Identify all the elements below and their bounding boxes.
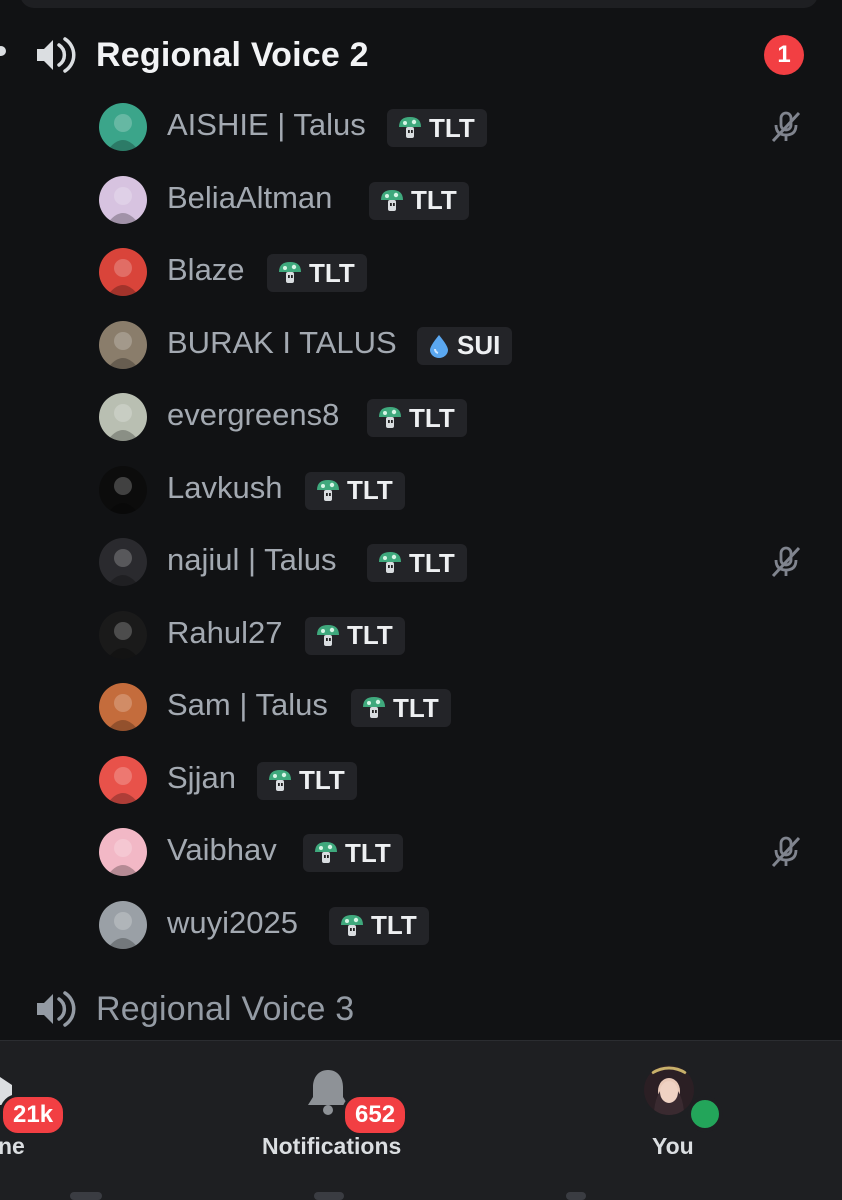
avatar xyxy=(99,465,147,514)
avatar xyxy=(99,248,147,296)
username: BeliaAltman xyxy=(167,179,333,215)
guild-tag-label: TLT xyxy=(409,402,455,433)
avatar xyxy=(99,103,147,151)
channel-name: Regional Voice 3 xyxy=(96,990,355,1028)
nav-home-label: ne xyxy=(0,1133,25,1159)
avatar xyxy=(99,683,147,731)
username: Sam | Talus xyxy=(167,687,328,722)
notifications-badge: 652 xyxy=(342,1094,409,1136)
nav-home[interactable]: 21k ne xyxy=(0,1041,150,1200)
voice-user-row[interactable]: Sam | Talus TLT xyxy=(0,677,842,737)
guild-tag-label: TLT xyxy=(409,547,455,578)
username: najiul | Talus xyxy=(167,542,337,577)
voice-user-row[interactable]: Rahul27 TLT xyxy=(0,605,842,665)
channel-name: Regional Voice 2 xyxy=(96,36,369,74)
guild-tag-badge[interactable]: TLT xyxy=(367,399,467,437)
bottom-navigation: 21k ne 652 Notifications You xyxy=(0,1040,842,1200)
guild-tag-label: TLT xyxy=(309,257,355,288)
mushroom-icon xyxy=(279,262,301,283)
mushroom-icon xyxy=(317,479,339,501)
mushroom-icon xyxy=(379,407,401,428)
username: wuyi2025 xyxy=(167,904,298,940)
username: Vaibhav xyxy=(167,832,277,867)
avatar xyxy=(99,320,147,369)
username: Sjjan xyxy=(167,759,236,795)
voice-user-row[interactable]: Sjjan TLT xyxy=(0,750,842,810)
voice-user-row[interactable]: Vaibhav TLT xyxy=(0,822,842,882)
avatar xyxy=(99,175,147,224)
avatar xyxy=(99,900,147,949)
nav-notifications[interactable]: 652 Notifications xyxy=(260,1041,410,1200)
guild-tag-badge[interactable]: TLT xyxy=(267,254,367,292)
guild-tag-label: TLT xyxy=(411,185,457,215)
system-nav-hint xyxy=(70,1192,102,1200)
voice-user-row[interactable]: BeliaAltman TLT xyxy=(0,170,842,230)
guild-tag-label: SUI xyxy=(457,330,501,360)
microphone-muted-icon xyxy=(771,546,801,578)
username: Lavkush xyxy=(167,469,283,505)
voice-user-row[interactable]: BURAK I TALUS SUI xyxy=(0,315,842,375)
guild-tag-label: TLT xyxy=(429,112,475,143)
mushroom-icon xyxy=(315,842,337,863)
voice-user-row[interactable]: najiul | Talus TLT xyxy=(0,532,842,592)
guild-tag-badge[interactable]: TLT xyxy=(305,471,405,510)
mushroom-icon xyxy=(363,697,385,718)
avatar xyxy=(99,755,147,804)
previous-item-bar xyxy=(20,0,818,8)
guild-tag-label: TLT xyxy=(347,620,393,650)
guild-tag-label: TLT xyxy=(299,765,345,795)
guild-tag-badge[interactable]: TLT xyxy=(367,544,467,582)
voice-user-row[interactable]: Blaze TLT xyxy=(0,242,842,302)
voice-channel-screen: Regional Voice 2 1 AISHIE | Talus TLT Be… xyxy=(0,0,842,1200)
guild-tag-label: TLT xyxy=(347,475,393,505)
channel-regional-voice-3[interactable]: Regional Voice 3 xyxy=(0,988,842,1048)
mushroom-icon xyxy=(341,914,363,936)
speaker-icon xyxy=(37,991,76,1027)
guild-tag-badge[interactable]: TLT xyxy=(351,689,451,727)
mushroom-icon xyxy=(317,624,339,646)
guild-tag-badge[interactable]: TLT xyxy=(329,906,429,945)
mushroom-icon xyxy=(381,189,403,211)
system-nav-hint xyxy=(566,1192,586,1200)
avatar xyxy=(644,1065,694,1115)
guild-tag-badge[interactable]: TLT xyxy=(369,181,469,220)
nav-you-label: You xyxy=(652,1133,694,1159)
online-status-indicator xyxy=(687,1096,723,1132)
avatar xyxy=(99,610,147,659)
mention-badge: 1 xyxy=(764,35,804,75)
system-nav-hint xyxy=(314,1192,344,1200)
speaker-icon xyxy=(37,37,76,73)
mushroom-icon xyxy=(399,117,421,138)
avatar xyxy=(99,538,147,586)
water-drop-icon xyxy=(430,334,448,358)
username: AISHIE | Talus xyxy=(167,107,366,142)
guild-tag-label: TLT xyxy=(345,837,391,868)
mushroom-icon xyxy=(379,552,401,573)
nav-notifications-label: Notifications xyxy=(262,1133,402,1159)
nav-you[interactable]: You xyxy=(630,1041,730,1200)
channel-regional-voice-2[interactable]: Regional Voice 2 1 xyxy=(0,34,842,94)
username: Rahul27 xyxy=(167,614,283,650)
guild-tag-label: TLT xyxy=(393,692,439,723)
voice-user-row[interactable]: evergreens8 TLT xyxy=(0,387,842,447)
guild-tag-badge[interactable]: TLT xyxy=(257,761,357,800)
guild-tag-badge[interactable]: TLT xyxy=(305,616,405,655)
guild-tag-label: TLT xyxy=(371,910,417,940)
username: Blaze xyxy=(167,252,245,287)
username: BURAK I TALUS xyxy=(167,324,397,360)
voice-user-row[interactable]: wuyi2025 TLT xyxy=(0,895,842,955)
microphone-muted-icon xyxy=(771,836,801,868)
avatar xyxy=(99,828,147,876)
mushroom-icon xyxy=(269,769,291,791)
home-badge: 21k xyxy=(0,1094,67,1136)
microphone-muted-icon xyxy=(771,111,801,143)
username: evergreens8 xyxy=(167,397,340,432)
guild-tag-badge[interactable]: SUI xyxy=(417,326,513,365)
avatar xyxy=(99,393,147,441)
voice-user-row[interactable]: AISHIE | Talus TLT xyxy=(0,97,842,157)
voice-user-row[interactable]: Lavkush TLT xyxy=(0,460,842,520)
guild-tag-badge[interactable]: TLT xyxy=(387,109,487,147)
guild-tag-badge[interactable]: TLT xyxy=(303,834,403,872)
